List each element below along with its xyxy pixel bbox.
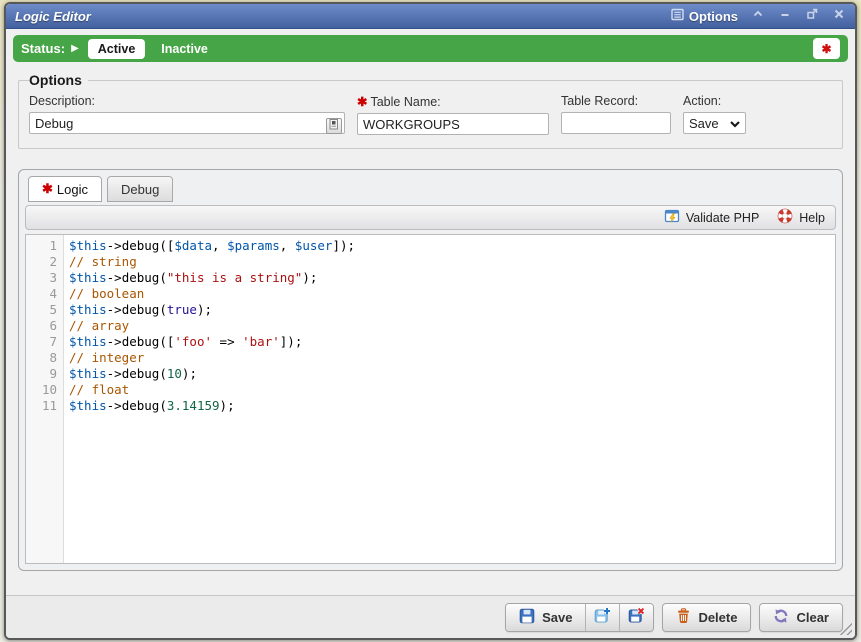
code-line[interactable]: $this->debug("this is a string"); bbox=[69, 270, 835, 286]
validate-php-button[interactable]: Validate PHP bbox=[664, 208, 759, 227]
code-line[interactable]: // integer bbox=[69, 350, 835, 366]
clear-button-label: Clear bbox=[796, 610, 829, 625]
code-line[interactable]: $this->debug(['foo' => 'bar']); bbox=[69, 334, 835, 350]
tab-logic-label: Logic bbox=[57, 182, 88, 197]
status-option-active[interactable]: Active bbox=[88, 39, 146, 59]
options-menu-label: Options bbox=[689, 9, 738, 24]
table-name-input[interactable] bbox=[357, 113, 549, 135]
code-line[interactable]: $this->debug(true); bbox=[69, 302, 835, 318]
line-number: 8 bbox=[26, 350, 57, 366]
asterisk-icon: ✱ bbox=[821, 42, 831, 56]
action-field: Action: Save bbox=[683, 90, 746, 135]
line-number: 3 bbox=[26, 270, 57, 286]
line-number: 9 bbox=[26, 366, 57, 382]
code-line[interactable]: $this->debug(10); bbox=[69, 366, 835, 382]
save-button[interactable]: Save bbox=[506, 604, 585, 631]
delete-button[interactable]: Delete bbox=[662, 603, 751, 632]
save-new-button[interactable] bbox=[585, 604, 619, 631]
code-line[interactable]: // string bbox=[69, 254, 835, 270]
description-field: Description: bbox=[29, 90, 345, 135]
tab-strip: ✱ Logic Debug bbox=[19, 170, 842, 202]
tab-debug-label: Debug bbox=[121, 182, 159, 197]
close-button[interactable] bbox=[832, 9, 846, 23]
save-close-button[interactable] bbox=[619, 604, 653, 631]
logic-editor-dialog: Logic Editor Options Status: bbox=[4, 2, 857, 640]
chevron-up-icon bbox=[752, 7, 764, 25]
line-number: 10 bbox=[26, 382, 57, 398]
validate-php-icon bbox=[664, 208, 680, 227]
description-input[interactable] bbox=[29, 112, 345, 134]
table-record-input[interactable] bbox=[561, 112, 671, 134]
action-select[interactable]: Save bbox=[683, 112, 746, 134]
logic-tab-panel: ✱ Logic Debug Validate PHP Help 123 bbox=[18, 169, 843, 571]
line-number: 1 bbox=[26, 238, 57, 254]
editor-code[interactable]: $this->debug([$data, $params, $user]);//… bbox=[64, 235, 835, 563]
expand-editor-button[interactable] bbox=[326, 118, 342, 134]
code-line[interactable]: // boolean bbox=[69, 286, 835, 302]
line-number: 6 bbox=[26, 318, 57, 334]
line-number: 2 bbox=[26, 254, 57, 270]
table-record-field: Table Record: bbox=[561, 90, 671, 135]
code-line[interactable]: $this->debug([$data, $params, $user]); bbox=[69, 238, 835, 254]
editor-toolbar: Validate PHP Help bbox=[25, 205, 836, 230]
table-name-field: ✱Table Name: bbox=[357, 90, 549, 135]
required-asterisk: ✱ bbox=[42, 181, 53, 197]
line-number: 4 bbox=[26, 286, 57, 302]
trash-icon bbox=[676, 608, 691, 627]
code-line[interactable]: // float bbox=[69, 382, 835, 398]
collapse-button[interactable] bbox=[751, 9, 765, 23]
line-number: 11 bbox=[26, 398, 57, 414]
code-line[interactable]: $this->debug(3.14159); bbox=[69, 398, 835, 414]
close-icon bbox=[833, 7, 845, 25]
options-panel-legend: Options bbox=[29, 72, 88, 88]
options-panel: Options Description: ✱Table Name: Table … bbox=[18, 72, 843, 149]
action-selected-value: Save bbox=[689, 116, 726, 131]
save-button-label: Save bbox=[542, 610, 572, 625]
status-label: Status: bbox=[21, 41, 65, 56]
code-line[interactable]: // array bbox=[69, 318, 835, 334]
refresh-icon bbox=[773, 608, 789, 627]
popout-button[interactable] bbox=[805, 9, 819, 23]
floppy-x-icon bbox=[628, 607, 645, 627]
tab-debug[interactable]: Debug bbox=[107, 176, 173, 202]
footer-toolbar: Save Delete Clear bbox=[6, 595, 855, 638]
lifebuoy-icon bbox=[777, 208, 793, 227]
code-editor[interactable]: 1234567891011 $this->debug([$data, $para… bbox=[25, 234, 836, 564]
validate-php-label: Validate PHP bbox=[686, 211, 759, 225]
status-bar: Status: ▶ Active Inactive ✱ bbox=[13, 35, 848, 62]
floppy-icon bbox=[519, 608, 535, 627]
tab-logic[interactable]: ✱ Logic bbox=[28, 176, 102, 202]
note-icon bbox=[329, 117, 339, 135]
minimize-button[interactable] bbox=[778, 9, 792, 23]
save-button-group: Save bbox=[505, 603, 654, 632]
action-label: Action: bbox=[683, 94, 746, 108]
editor-gutter: 1234567891011 bbox=[26, 235, 64, 563]
chevron-down-icon bbox=[730, 116, 740, 131]
options-menu-button[interactable]: Options bbox=[671, 8, 738, 24]
line-number: 5 bbox=[26, 302, 57, 318]
title-bar: Logic Editor Options bbox=[6, 4, 855, 29]
help-label: Help bbox=[799, 211, 825, 225]
arrow-right-icon: ▶ bbox=[71, 43, 79, 54]
window-title: Logic Editor bbox=[15, 9, 91, 24]
required-asterisk: ✱ bbox=[357, 95, 367, 109]
line-number: 7 bbox=[26, 334, 57, 350]
table-name-label: Table Name: bbox=[370, 95, 440, 109]
status-option-inactive[interactable]: Inactive bbox=[161, 42, 208, 56]
help-button[interactable]: Help bbox=[777, 208, 825, 227]
description-label: Description: bbox=[29, 94, 345, 108]
popout-icon bbox=[806, 7, 818, 25]
minus-icon bbox=[779, 7, 791, 25]
floppy-plus-icon bbox=[594, 607, 611, 627]
list-icon bbox=[671, 8, 684, 24]
clear-button[interactable]: Clear bbox=[759, 603, 843, 632]
required-indicator-button[interactable]: ✱ bbox=[813, 38, 840, 59]
table-record-label: Table Record: bbox=[561, 94, 671, 108]
delete-button-label: Delete bbox=[698, 610, 737, 625]
